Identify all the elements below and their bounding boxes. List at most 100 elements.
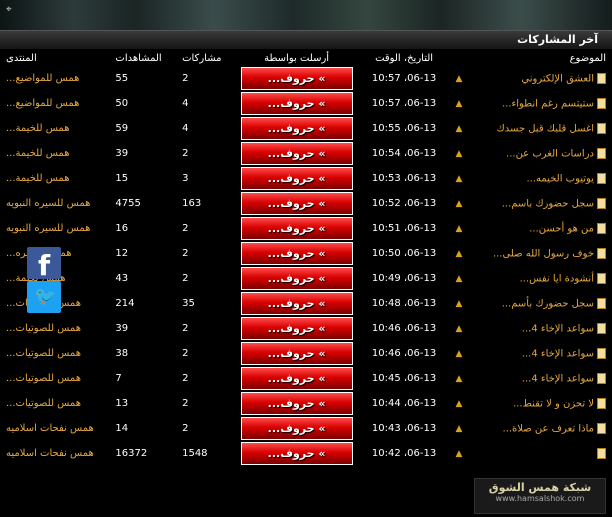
forum-link[interactable]: همس للخيمة... (6, 123, 70, 134)
logo-name: شبكة همس الشوق (488, 481, 592, 494)
topic-cell: ماذا تعرف عن صلاة... (468, 416, 610, 441)
col-by: أرسلت بواسطة (264, 52, 330, 64)
view-count: 43 (115, 273, 129, 284)
post-date: 06-13، 10:52 (371, 198, 437, 209)
go-to-last-post-icon[interactable]: ▲ (450, 441, 467, 466)
go-to-last-post-icon[interactable]: ▲ (450, 91, 467, 116)
post-date: 06-13، 10:51 (371, 223, 437, 234)
forum-link[interactable]: همس للصوتيات... (6, 323, 81, 334)
post-count: 2 (182, 148, 189, 159)
go-to-last-post-icon[interactable]: ▲ (450, 191, 467, 216)
poster-cell: » حروف... (235, 66, 357, 91)
topic-link[interactable]: سجل حضورك بأسم... (502, 298, 594, 309)
poster-link[interactable]: » حروف... (240, 67, 353, 90)
poster-link[interactable]: » حروف... (240, 167, 353, 190)
topic-link[interactable]: اغسل قلبك قبل جسدك (496, 123, 594, 134)
forum-link[interactable]: همس نفحات اسلاميه (6, 423, 94, 434)
go-to-last-post-icon[interactable]: ▲ (450, 241, 467, 266)
forum-link[interactable]: همس نفحات اسلاميه (6, 448, 94, 459)
post-count: 2 (182, 348, 189, 359)
poster-link[interactable]: » حروف... (240, 417, 353, 440)
topic-link[interactable]: خوف رسول الله صلى... (493, 248, 594, 259)
go-to-last-post-icon[interactable]: ▲ (450, 391, 467, 416)
twitter-icon: 🐦 (34, 286, 57, 307)
topic-cell: خوف رسول الله صلى... (468, 241, 610, 266)
topic-link[interactable]: دراسات الغرب عن... (506, 148, 594, 159)
twitter-share-button[interactable]: 🐦 (27, 281, 61, 313)
topic-link[interactable]: سواعد الإخاء 4... (522, 348, 594, 359)
forum-link[interactable]: همس للصوتيات... (6, 398, 81, 409)
go-to-last-post-icon[interactable]: ▲ (450, 366, 467, 391)
document-icon (597, 272, 606, 284)
poster-link[interactable]: » حروف... (240, 317, 353, 340)
forum-cell: همس للسيره النبويه (2, 191, 111, 216)
table-row: لا تحزن و لا تقنط... ▲ 06-13، 10:44 » حروف.… (2, 391, 610, 416)
forum-link[interactable]: همس للصوتيات... (6, 348, 81, 359)
table-row: يوتيوب الخيمه... ▲ 06-13، 10:53 » حروف... 3 1… (2, 166, 610, 191)
forum-link[interactable]: همس للمواضيع... (6, 73, 79, 84)
poster-link[interactable]: » حروف... (240, 392, 353, 415)
go-to-last-post-icon[interactable]: ▲ (450, 166, 467, 191)
topic-link[interactable]: يوتيوب الخيمه... (527, 173, 595, 184)
post-date: 06-13، 10:53 (371, 173, 437, 184)
topic-cell: أنشودة ايا نفس... (468, 266, 610, 291)
forum-link[interactable]: همس للصوتيات... (6, 373, 81, 384)
poster-link[interactable]: » حروف... (240, 117, 353, 140)
go-to-last-post-icon[interactable]: ▲ (450, 316, 467, 341)
col-date: التاريخ، الوقت (375, 52, 434, 64)
forum-link[interactable]: همس للخيمة... (6, 148, 70, 159)
poster-link[interactable]: » حروف... (240, 442, 353, 465)
go-to-last-post-icon[interactable]: ▲ (450, 266, 467, 291)
forum-cell: همس للمواضيع... (2, 91, 111, 116)
go-to-last-post-icon[interactable]: ▲ (450, 341, 467, 366)
forum-link[interactable]: همس للسيره النبويه (6, 223, 90, 234)
document-icon (597, 72, 606, 84)
topic-link[interactable]: أنشودة ايا نفس... (520, 273, 594, 284)
go-to-last-post-icon[interactable]: ▲ (450, 291, 467, 316)
poster-link[interactable]: » حروف... (240, 242, 353, 265)
forum-cell: همس للمواضيع... (2, 66, 111, 91)
view-count: 55 (115, 73, 129, 84)
go-to-last-post-icon[interactable]: ▲ (450, 416, 467, 441)
topic-link[interactable]: من هو أحسن... (529, 223, 594, 234)
forum-link[interactable]: همس للسيره النبويه (6, 198, 90, 209)
poster-link[interactable]: » حروف... (240, 267, 353, 290)
document-icon (597, 322, 606, 334)
topic-link[interactable]: لا تحزن و لا تقنط... (513, 398, 594, 409)
forum-cell: همس للصوتيات... (2, 366, 111, 391)
forum-link[interactable]: همس للخيمة... (6, 173, 70, 184)
table-row: سجل حضورك باسم... ▲ 06-13، 10:52 » حروف... 1… (2, 191, 610, 216)
post-date: 06-13، 10:50 (371, 248, 437, 259)
poster-link[interactable]: » حروف... (240, 142, 353, 165)
logo-url: www.hamsalshok.com (495, 494, 585, 503)
topic-link[interactable]: سواعد الإخاء 4... (522, 373, 594, 384)
go-to-last-post-icon[interactable]: ▲ (450, 66, 467, 91)
poster-cell: » حروف... (235, 241, 357, 266)
forum-link[interactable]: همس للمواضيع... (6, 98, 79, 109)
post-date: 06-13، 10:42 (371, 448, 437, 459)
poster-link[interactable]: » حروف... (240, 292, 353, 315)
poster-link[interactable]: » حروف... (240, 217, 353, 240)
document-icon (597, 347, 606, 359)
topic-cell: سواعد الإخاء 4... (468, 316, 610, 341)
table-row: ستيتسم رغم انطواء... ▲ 06-13، 10:57 » حروف.… (2, 91, 610, 116)
poster-cell: » حروف... (235, 141, 357, 166)
topic-link[interactable]: العشق الإلكتروني (521, 73, 594, 84)
topic-link[interactable]: سواعد الإخاء 4... (522, 323, 594, 334)
topic-link[interactable]: ستيتسم رغم انطواء... (502, 98, 594, 109)
poster-link[interactable]: » حروف... (240, 342, 353, 365)
view-count: 14 (115, 423, 129, 434)
topic-link[interactable]: ماذا تعرف عن صلاة... (503, 423, 594, 434)
facebook-share-button[interactable]: f (27, 247, 61, 282)
go-to-last-post-icon[interactable]: ▲ (450, 141, 467, 166)
poster-link[interactable]: » حروف... (240, 92, 353, 115)
go-to-last-post-icon[interactable]: ▲ (450, 116, 467, 141)
poster-link[interactable]: » حروف... (240, 192, 353, 215)
post-count: 35 (182, 298, 195, 309)
topic-link[interactable]: سجل حضورك باسم... (502, 198, 594, 209)
go-to-last-post-icon[interactable]: ▲ (450, 216, 467, 241)
expand-icon[interactable]: ⌖ (6, 4, 12, 15)
table-header-row: الموضوع التاريخ، الوقت أرسلت بواسطة مشار… (2, 50, 610, 66)
poster-link[interactable]: » حروف... (240, 367, 353, 390)
forum-cell: همس للصوتيات... (2, 391, 111, 416)
